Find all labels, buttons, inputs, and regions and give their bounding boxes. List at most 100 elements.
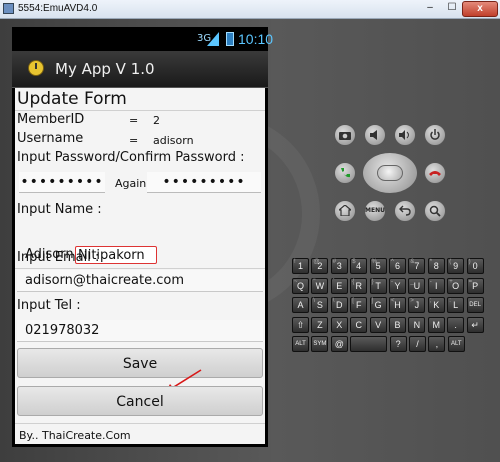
email-input[interactable]: adisorn@thaicreate.com [17, 270, 263, 292]
search-button[interactable] [424, 200, 446, 222]
key-1-5[interactable]: Y- [389, 277, 406, 294]
key-2-5[interactable]: H < [389, 297, 406, 313]
menu-button[interactable]: MENU [364, 200, 386, 222]
key-3-1[interactable]: Z [311, 316, 329, 333]
password-input[interactable]: ••••••••• [19, 172, 105, 193]
key-3-5[interactable]: B [389, 316, 406, 333]
key-0-4[interactable]: 5% [369, 258, 387, 274]
key-label: , [435, 339, 439, 349]
camera-button[interactable] [334, 124, 356, 146]
key-alt-label: > [410, 298, 414, 304]
key-3-7[interactable]: M [427, 316, 445, 333]
search-icon [429, 205, 441, 217]
key-label: Y [394, 280, 401, 291]
key-2-7[interactable]: K; [427, 297, 445, 313]
key-label: ⇧ [296, 319, 305, 330]
confirm-password-input[interactable]: ••••••••• [147, 172, 261, 193]
key-alt-label: ~ [294, 278, 298, 285]
back-button[interactable] [394, 200, 416, 222]
key-2-9[interactable]: DEL [466, 297, 484, 313]
key-2-2[interactable]: D \ [330, 297, 348, 313]
key-0-7[interactable]: 8 * [427, 258, 445, 274]
key-1-1[interactable]: W " [311, 277, 329, 294]
key-label: L [453, 300, 459, 310]
key-4-4[interactable]: ? [389, 336, 407, 352]
key-4-6[interactable]: , [428, 336, 446, 352]
clock-app-icon [28, 60, 44, 76]
key-3-2[interactable]: X [330, 316, 348, 333]
key-1-4[interactable]: T} [369, 277, 387, 294]
key-4-0[interactable]: ALT [292, 336, 309, 352]
key-4-2[interactable]: @ [330, 336, 348, 352]
key-1-9[interactable]: P = [466, 277, 484, 294]
footer-divider [15, 423, 265, 424]
tel-label: Input Tel : [17, 298, 81, 313]
key-3-8[interactable]: . [447, 316, 465, 333]
key-1-7[interactable]: I- [427, 277, 445, 294]
phone-screen: 3G 10:10 My App V 1.0 Update Form Member… [12, 27, 273, 447]
key-0-5[interactable]: 6 ^ [389, 258, 406, 274]
key-alt-label: _ [410, 278, 414, 285]
key-1-8[interactable]: O + [447, 277, 465, 294]
key-label: V [375, 319, 382, 330]
key-3-4[interactable]: V [369, 316, 387, 333]
key-label: DEL [469, 302, 481, 308]
home-button[interactable] [334, 200, 356, 222]
volume-down-button[interactable] [364, 124, 386, 146]
key-alt-label: - [391, 278, 393, 285]
key-0-1[interactable]: 2 @ [311, 258, 329, 274]
username-value: adisorn [153, 134, 194, 147]
status-clock: 10:10 [238, 31, 274, 47]
volume-up-button[interactable] [394, 124, 416, 146]
key-2-3[interactable]: F[ [350, 297, 368, 313]
key-4-5[interactable]: / [409, 336, 426, 352]
key-4-3[interactable] [350, 336, 388, 352]
key-label: W [315, 280, 325, 291]
key-2-8[interactable]: L: [447, 297, 465, 313]
save-button[interactable]: Save [17, 348, 263, 378]
key-label: 1 [297, 261, 303, 271]
status-bar: 3G 10:10 [12, 27, 273, 51]
key-3-0[interactable]: ⇧ [292, 316, 309, 333]
key-0-2[interactable]: 3 # [330, 258, 348, 274]
minimize-button[interactable]: – [420, 1, 440, 15]
key-3-6[interactable]: N [408, 316, 426, 333]
power-button[interactable] [424, 124, 446, 146]
window-title: 5554:EmuAVD4.0 [18, 3, 98, 14]
dpad[interactable] [362, 152, 418, 194]
key-1-0[interactable]: Q ~ [292, 277, 309, 294]
key-alt-label: = [468, 278, 473, 285]
key-1-2[interactable]: E ` [330, 277, 348, 294]
tel-input[interactable]: 021978032 [17, 320, 263, 342]
key-3-9[interactable]: ↵ [466, 316, 484, 333]
end-call-button[interactable] [424, 162, 446, 184]
key-0-6[interactable]: 7 & [408, 258, 426, 274]
key-label: N [413, 319, 421, 330]
dpad-center-button[interactable] [377, 165, 403, 181]
maximize-button[interactable]: ☐ [442, 1, 462, 15]
key-label: ALT [295, 341, 306, 347]
key-2-6[interactable]: J > [408, 297, 426, 313]
key-label: C [355, 319, 362, 330]
form-title: Update Form [17, 89, 127, 109]
key-2-1[interactable]: S \ [311, 297, 329, 313]
cancel-button[interactable]: Cancel [17, 386, 263, 416]
key-label: U [413, 280, 421, 291]
key-0-0[interactable]: 1! [292, 258, 309, 274]
key-3-3[interactable]: C [350, 316, 368, 333]
key-label: J [414, 300, 420, 310]
key-2-0[interactable]: A [292, 297, 309, 313]
close-button[interactable]: x [462, 1, 498, 17]
key-1-6[interactable]: U _ [408, 277, 426, 294]
key-4-1[interactable]: SYM [311, 336, 329, 352]
key-0-3[interactable]: 4 $ [350, 258, 368, 274]
app-title: My App V 1.0 [55, 60, 155, 78]
key-0-8[interactable]: 9( [447, 258, 465, 274]
key-0-9[interactable]: 0) [466, 258, 484, 274]
key-4-7[interactable]: ALT [447, 336, 465, 352]
key-2-4[interactable]: G] [369, 297, 387, 313]
call-button[interactable] [334, 162, 356, 184]
key-alt-label: ( [449, 259, 452, 265]
key-alt-label: ` [332, 278, 335, 285]
key-1-3[interactable]: R{ [350, 277, 368, 294]
